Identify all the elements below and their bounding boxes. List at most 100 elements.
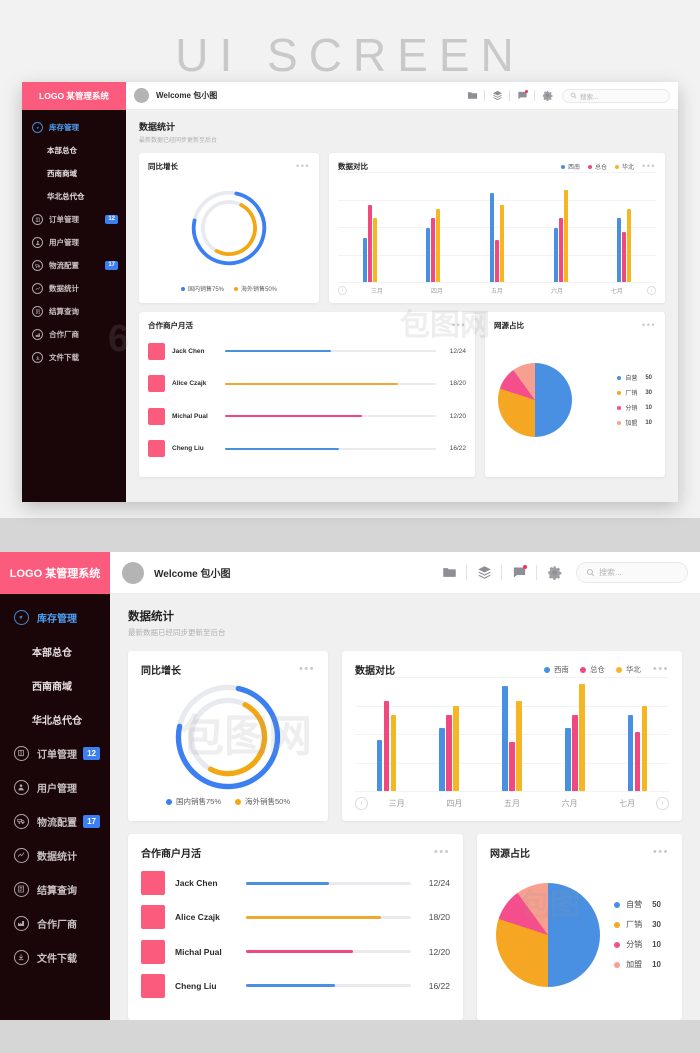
truck-icon	[14, 813, 29, 829]
sidebar-item-2[interactable]: 西南商域	[0, 668, 110, 702]
card-header: 数据对比 西南 总仓 华北 •••	[355, 662, 669, 678]
progress-fill	[225, 350, 331, 353]
folder-icon[interactable]	[435, 560, 463, 586]
legend-label: 西南	[553, 665, 569, 674]
bar-总仓-三月	[383, 700, 390, 791]
prev-button[interactable]: ‹	[355, 797, 368, 810]
bar-华北-四月	[436, 209, 441, 282]
table-row[interactable]: Alice Czajk 18/20	[148, 375, 466, 393]
sidebar-item-4[interactable]: 订单管理 12	[0, 736, 110, 770]
layers-icon[interactable]	[470, 560, 498, 586]
card-title: 数据对比	[355, 666, 395, 677]
sidebar-item-6[interactable]: 物流配置 17	[0, 804, 110, 838]
next-button[interactable]: ›	[647, 286, 656, 295]
progress-fill	[246, 984, 336, 988]
progress-track	[225, 447, 436, 450]
message-icon[interactable]	[505, 560, 533, 586]
card-header: 网源占比 •••	[490, 845, 669, 861]
sidebar-item-10[interactable]: 文件下载	[0, 940, 110, 974]
sidebar-item-5[interactable]: 用户管理	[0, 770, 110, 804]
table-row[interactable]: Jack Chen 12/24	[148, 342, 466, 360]
progress-fill	[225, 415, 363, 418]
sidebar-item-2[interactable]: 西南商域	[22, 162, 126, 185]
sidebar-item-4[interactable]: 订单管理 12	[22, 208, 126, 231]
card-menu-button[interactable]: •••	[452, 321, 466, 330]
sidebar-item-8[interactable]: 结算查询	[0, 872, 110, 906]
pie-legend-item-1: 厂销 30	[614, 919, 661, 930]
legend-swatch	[617, 420, 622, 425]
gear-icon[interactable]	[540, 560, 568, 586]
card-menu-button[interactable]: •••	[653, 664, 669, 675]
card-header: 同比增长 •••	[148, 161, 310, 172]
avatar[interactable]	[122, 561, 144, 584]
bar-group	[402, 172, 466, 282]
sidebar-item-7[interactable]: 数据统计	[0, 838, 110, 872]
table-row[interactable]: Jack Chen 12/24	[141, 871, 450, 896]
prev-button[interactable]: ‹	[338, 286, 347, 295]
avatar[interactable]	[134, 88, 149, 103]
legend-swatch	[617, 405, 622, 410]
card-menu-button[interactable]: •••	[642, 162, 656, 171]
search-input[interactable]: 搜索...	[576, 562, 688, 583]
card-menu-button[interactable]: •••	[653, 847, 669, 858]
table-row[interactable]: Michal Pual 12/20	[141, 939, 450, 964]
charts-row-bottom: 合作商户月活 ••• Jack Chen 12/24 Alice Czajk 1…	[128, 834, 682, 1020]
legend-label: 自营	[625, 376, 638, 382]
bar-西南-三月	[376, 739, 383, 791]
logo[interactable]: LOGO 某管理系统	[0, 552, 110, 594]
legend-label: 分销	[626, 940, 643, 949]
folder-icon[interactable]	[462, 86, 482, 106]
sidebar-item-10[interactable]: 文件下载	[22, 346, 126, 369]
list-icon	[32, 214, 43, 225]
bar-groups	[355, 677, 669, 791]
sidebar-item-9[interactable]: 合作厂商	[22, 323, 126, 346]
axis-label: 七月	[610, 289, 623, 295]
sidebar-item-0[interactable]: 库存管理	[22, 116, 126, 139]
search-input[interactable]: 搜索...	[562, 88, 670, 103]
message-icon[interactable]	[512, 86, 532, 106]
invoice-icon	[32, 306, 43, 317]
partner-name: Jack Chen	[172, 347, 205, 355]
sidebar-item-3[interactable]: 华北总代仓	[22, 185, 126, 208]
table-row[interactable]: Michal Pual 12/20	[148, 407, 466, 425]
legend-swatch	[614, 941, 621, 948]
bar-西南-四月	[426, 227, 431, 282]
layers-icon[interactable]	[487, 86, 507, 106]
card-menu-button[interactable]: •••	[299, 664, 315, 675]
user-icon	[14, 779, 29, 795]
card-menu-button[interactable]: •••	[434, 847, 450, 858]
card-menu-button[interactable]: •••	[642, 321, 656, 330]
card-menu-button[interactable]: •••	[296, 162, 310, 171]
avatar	[148, 440, 165, 458]
partner-name: Cheng Liu	[175, 980, 217, 991]
table-row[interactable]: Alice Czajk 18/20	[141, 905, 450, 930]
next-button[interactable]: ›	[656, 797, 669, 810]
chart-icon	[14, 847, 29, 863]
page-title: 数据统计	[128, 611, 174, 623]
bar-总仓-七月	[622, 232, 627, 282]
table-row[interactable]: Cheng Liu 16/22	[148, 440, 466, 458]
sidebar-item-9[interactable]: 合作厂商	[0, 906, 110, 940]
bar-华北-六月	[579, 683, 585, 791]
partner-value: 12/24	[428, 878, 450, 889]
chart-axis: ‹ 三月 四月 五月 六月 七月 ›	[355, 797, 669, 810]
partner-name: Cheng Liu	[172, 445, 204, 453]
logo[interactable]: LOGO 某管理系统	[22, 82, 126, 110]
avatar	[148, 407, 165, 425]
sidebar-item-7[interactable]: 数据统计	[22, 277, 126, 300]
sidebar-item-0[interactable]: 库存管理	[0, 600, 110, 634]
partner-list: Jack Chen 12/24 Alice Czajk 18/20 Michal…	[141, 860, 450, 1009]
bar-华北-五月	[499, 205, 504, 282]
sidebar-item-8[interactable]: 结算查询	[22, 300, 126, 323]
sidebar-item-1[interactable]: 本部总仓	[0, 634, 110, 668]
sidebar-item-6[interactable]: 物流配置 17	[22, 254, 126, 277]
sidebar-item-label: 结算查询	[49, 307, 79, 316]
sidebar-item-1[interactable]: 本部总仓	[22, 139, 126, 162]
table-row[interactable]: Cheng Liu 16/22	[141, 973, 450, 998]
sidebar-item-5[interactable]: 用户管理	[22, 231, 126, 254]
gear-icon[interactable]	[537, 86, 557, 106]
bar-西南-五月	[502, 686, 508, 791]
sidebar-item-3[interactable]: 华北总代仓	[0, 702, 110, 736]
legend-swatch	[617, 390, 622, 395]
card-title: 合作商户月活	[141, 849, 201, 860]
